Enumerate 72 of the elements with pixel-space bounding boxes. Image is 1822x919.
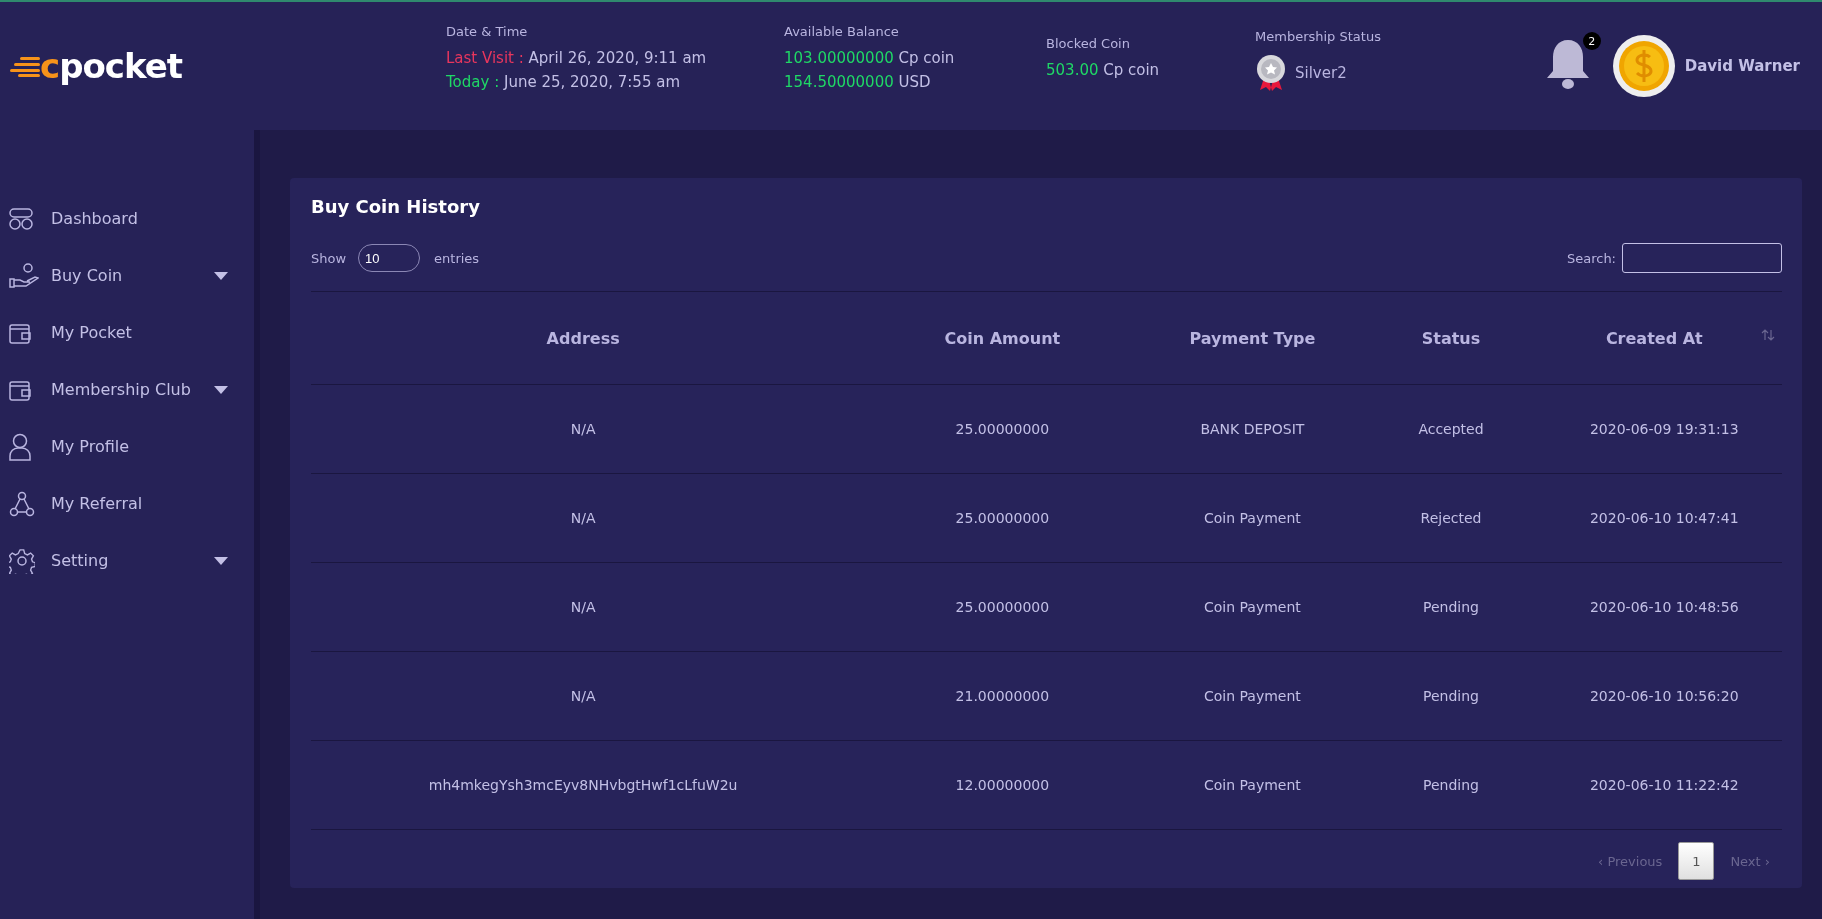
table-cell: Accepted	[1418, 421, 1484, 437]
info-value: 503.00 Cp coin	[1046, 60, 1161, 79]
sidebar-item[interactable]: My Pocket	[0, 304, 254, 361]
info-label: Date & Time	[446, 23, 529, 39]
show-label: Show	[311, 250, 347, 266]
table-cell: N/A	[570, 421, 596, 437]
sort-icon[interactable]	[1761, 328, 1775, 341]
table-cell: 12.00000000	[955, 777, 1050, 793]
page-button[interactable]: 1	[1678, 842, 1715, 880]
column-header[interactable]: Status	[1421, 328, 1481, 348]
table-cell: 25.00000000	[955, 421, 1050, 437]
table-cell: 25.00000000	[955, 599, 1050, 615]
entries-select[interactable]: 10	[358, 244, 421, 272]
table-cell: N/A	[570, 688, 596, 704]
table-cell: 2020-06-10 10:48:56	[1589, 599, 1739, 615]
settings-icon	[9, 547, 35, 574]
user-name[interactable]: David Warner	[1684, 57, 1800, 75]
table-cell: Pending	[1423, 688, 1479, 704]
bell-icon[interactable]	[1544, 38, 1591, 90]
column-header[interactable]: Address	[546, 328, 620, 348]
info-label: Membership Status	[1255, 28, 1381, 44]
table-cell: 2020-06-10 10:47:41	[1589, 510, 1739, 526]
card-title: Buy Coin History	[311, 196, 481, 217]
sidebar-item[interactable]: Buy Coin	[0, 247, 254, 304]
sidebar-item[interactable]: My Profile	[0, 418, 254, 475]
caret-icon	[214, 556, 228, 565]
table-cell: mh4mkegYsh3mcEyv8NHvbgtHwf1cLfuW2u	[428, 777, 738, 793]
info-label: Available Balance	[784, 23, 900, 39]
table-cell: 2020-06-09 19:31:13	[1589, 421, 1739, 437]
table-cell: BANK DEPOSIT	[1200, 421, 1305, 437]
avatar-coin-icon[interactable]	[1612, 35, 1675, 97]
table-cell: 2020-06-10 10:56:20	[1589, 688, 1739, 704]
table-cell: 21.00000000	[955, 688, 1050, 704]
membership-value: Silver2	[1295, 63, 1347, 82]
table-cell: 25.00000000	[955, 510, 1050, 526]
hand-coin-icon	[9, 262, 39, 289]
table-cell: Coin Payment	[1204, 777, 1301, 793]
table-cell: 2020-06-10 11:22:42	[1589, 777, 1739, 793]
table-cell: Coin Payment	[1204, 599, 1301, 615]
search-field[interactable]	[1622, 243, 1782, 273]
info-value: 154.50000000 USD	[784, 72, 932, 91]
notification-count: 2	[1582, 32, 1601, 50]
column-header[interactable]: Coin Amount	[944, 328, 1061, 348]
wallet-icon	[9, 378, 31, 401]
table-cell: Rejected	[1420, 510, 1482, 526]
sidebar-item[interactable]: Setting	[0, 532, 254, 589]
logo[interactable]: cpocket	[40, 46, 183, 86]
wallet-icon	[9, 321, 31, 344]
column-header[interactable]: Payment Type	[1189, 328, 1316, 348]
network-icon	[9, 490, 35, 517]
table-cell: Coin Payment	[1204, 688, 1301, 704]
sidebar-item[interactable]: My Referral	[0, 475, 254, 532]
table-cell: Coin Payment	[1204, 510, 1301, 526]
table-cell: N/A	[570, 599, 596, 615]
column-header[interactable]: Created At	[1605, 328, 1703, 348]
caret-icon	[214, 271, 228, 280]
caret-icon	[214, 385, 228, 394]
entries-label: entries	[434, 250, 480, 266]
dashboard-icon	[9, 207, 33, 230]
info-value: 103.00000000 Cp coin	[784, 48, 956, 67]
search-label: Search:	[1566, 250, 1616, 266]
sidebar-item[interactable]: Membership Club	[0, 361, 254, 418]
speed-lines-icon	[10, 55, 40, 77]
table-cell: N/A	[570, 510, 596, 526]
user-icon	[9, 432, 31, 461]
sidebar-item[interactable]: Dashboard	[0, 190, 254, 247]
table-cell: Pending	[1423, 777, 1479, 793]
info-value: Today : June 25, 2020, 7:55 am	[446, 72, 681, 91]
info-label: Blocked Coin	[1046, 35, 1131, 51]
table-cell: Pending	[1423, 599, 1479, 615]
medal-icon	[1255, 53, 1287, 92]
info-value: Last Visit : April 26, 2020, 9:11 am	[446, 48, 708, 67]
